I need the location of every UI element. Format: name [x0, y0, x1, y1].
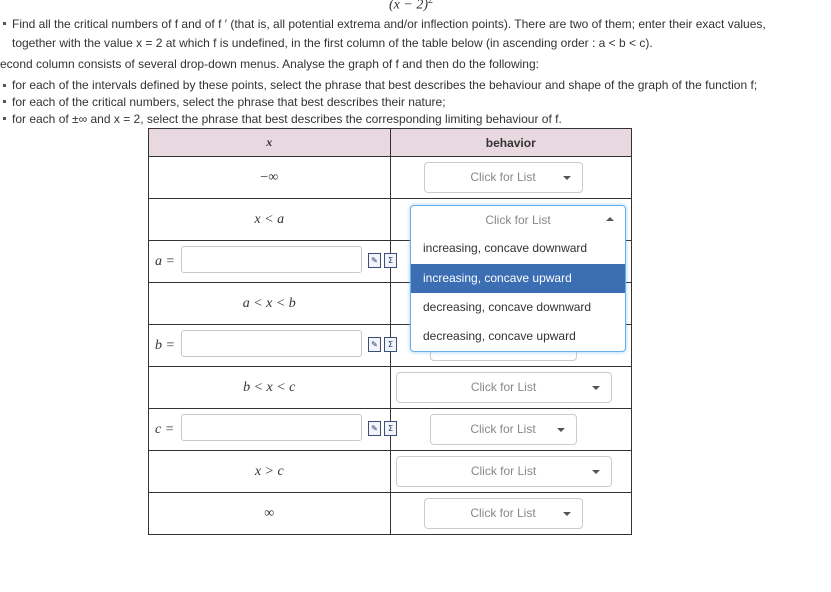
behavior-dropdown[interactable]: Click for List — [423, 498, 583, 529]
caret-down-icon — [562, 512, 571, 516]
behavior-dropdown[interactable]: Click for List — [395, 456, 612, 487]
bullet-item-2: for each of the critical numbers, select… — [12, 95, 446, 109]
dropdown-placeholder: Click for List — [470, 170, 536, 184]
dropdown-placeholder: Click for List — [470, 422, 536, 436]
dropdown-placeholder: Click for List — [470, 506, 536, 520]
row-label-x-lt-a: x < a — [254, 211, 285, 227]
row-label-neg-infinity: −∞ — [260, 169, 279, 185]
formula-text: (x − 2) — [389, 0, 428, 13]
row-label-a-lt-x-lt-b: a < x < b — [242, 295, 296, 311]
dropdown-placeholder: Click for List — [470, 464, 537, 478]
row-label-x-gt-c: x > c — [254, 463, 284, 479]
behavior-dropdown[interactable]: Click for List — [395, 372, 612, 403]
nature-dropdown[interactable]: Click for List — [429, 414, 577, 445]
dropdown-menu-open[interactable]: Click for List increasing, concave downw… — [410, 205, 626, 352]
bullet-dot — [3, 117, 6, 120]
row-label-a: a = — [155, 254, 175, 269]
dropdown-placeholder: Click for List — [470, 380, 537, 394]
bullet-item-1: for each of the intervals defined by the… — [12, 78, 758, 92]
dropdown-header[interactable]: Click for List — [411, 206, 625, 234]
caret-down-icon — [591, 470, 600, 474]
formula-exponent: 2 — [428, 0, 433, 6]
row-label-b: b = — [155, 338, 175, 353]
caret-down-icon — [562, 176, 571, 180]
formula-denominator: (x − 2)2 — [389, 0, 433, 14]
caret-down-icon — [591, 386, 600, 390]
table-row: x > c Click for List — [148, 450, 632, 493]
answer-input-b[interactable] — [181, 330, 362, 357]
row-label-infinity: ∞ — [264, 505, 275, 521]
dropdown-option[interactable]: decreasing, concave downward — [411, 293, 625, 322]
math-editor-icon[interactable]: ✎ — [368, 253, 381, 268]
caret-up-icon — [606, 217, 614, 221]
answer-input-c[interactable] — [181, 414, 362, 441]
bullet-item-3: for each of ±∞ and x = 2, select the phr… — [12, 112, 562, 126]
caret-down-icon — [556, 428, 565, 432]
answer-input-a[interactable] — [181, 246, 362, 273]
instruction-line-3: econd column consists of several drop-do… — [0, 57, 539, 71]
math-editor-icon[interactable]: ✎ — [368, 337, 381, 352]
bullet-dot — [3, 22, 6, 25]
dropdown-option-highlighted[interactable]: increasing, concave upward — [411, 264, 625, 293]
behavior-dropdown[interactable]: Click for List — [423, 162, 583, 193]
bullet-dot — [3, 84, 6, 87]
dropdown-option[interactable]: increasing, concave downward — [411, 234, 625, 263]
table-row: c = ✎ Σ Click for List — [148, 408, 632, 451]
bullet-dot — [3, 100, 6, 103]
header-behavior: behavior — [389, 128, 632, 157]
dropdown-placeholder: Click for List — [485, 213, 551, 227]
dropdown-option[interactable]: decreasing, concave upward — [411, 322, 625, 351]
row-label-c: c = — [155, 422, 175, 437]
table-row: b < x < c Click for List — [148, 366, 632, 409]
header-x: x — [148, 128, 391, 157]
math-editor-icon[interactable]: ✎ — [368, 421, 381, 436]
table-row: −∞ Click for List — [148, 156, 632, 199]
row-label-b-lt-x-lt-c: b < x < c — [243, 379, 296, 395]
table-row: ∞ Click for List — [148, 492, 632, 535]
instruction-line-2: together with the value x = 2 at which f… — [12, 36, 653, 50]
instruction-line-1: Find all the critical numbers of f and o… — [12, 17, 766, 31]
